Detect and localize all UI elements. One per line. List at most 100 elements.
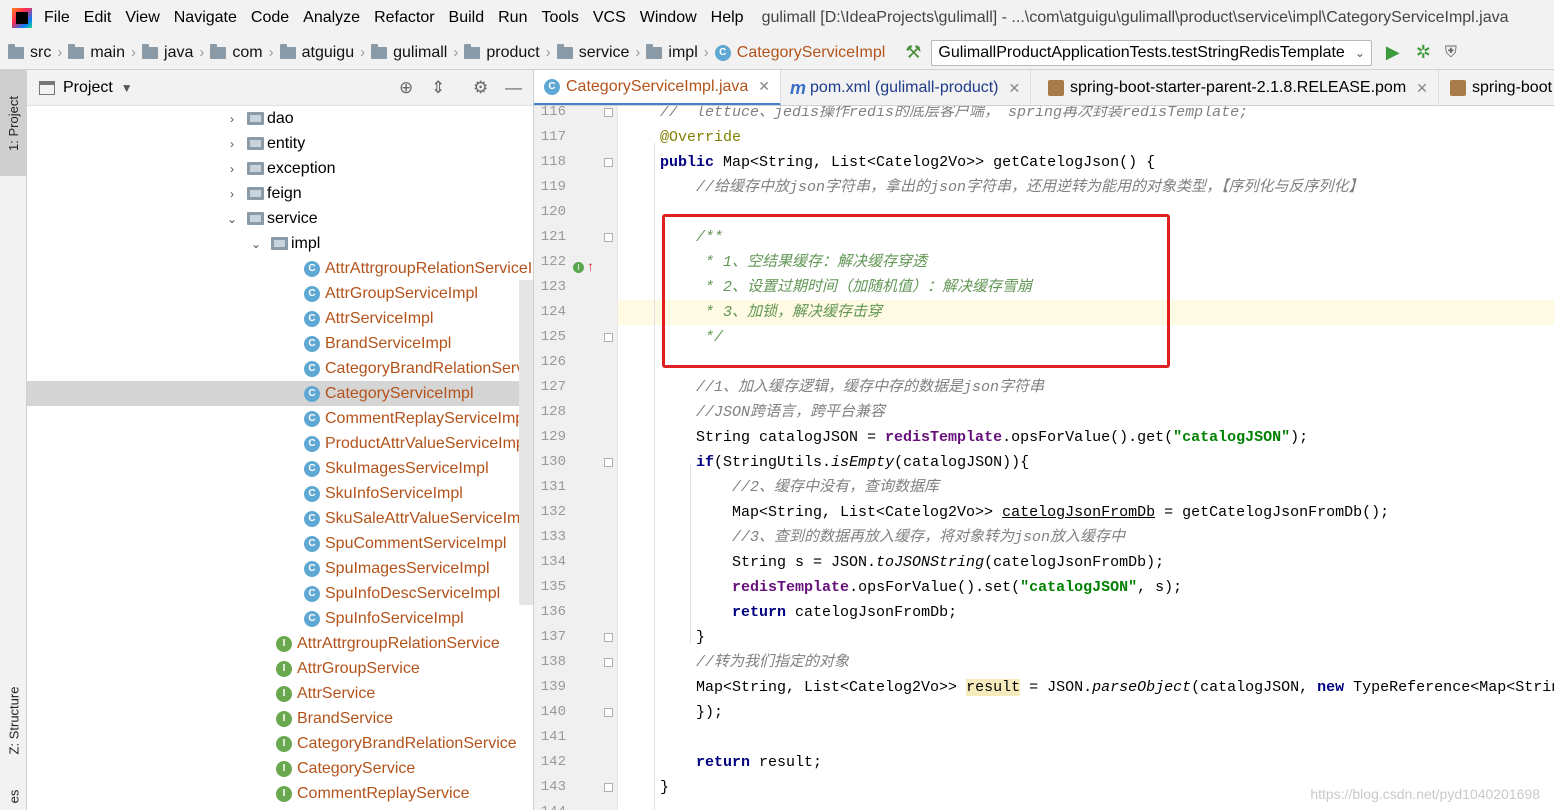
minimize-icon[interactable]: —	[505, 78, 522, 98]
tree-item[interactable]: C SkuImagesServiceImpl	[27, 456, 533, 481]
code-line[interactable]	[618, 725, 1554, 750]
override-arrow-icon[interactable]: ↑	[587, 258, 594, 274]
chevron-right-icon[interactable]: ›	[225, 137, 239, 151]
close-icon[interactable]: ✕	[758, 78, 770, 95]
menu-item-edit[interactable]: Edit	[84, 9, 112, 27]
code-line[interactable]: if(StringUtils.isEmpty(catalogJSON)){	[618, 450, 1554, 475]
code-line[interactable]: //JSON跨语言，跨平台兼容	[618, 400, 1554, 425]
code-line[interactable]: //2、缓存中没有，查询数据库	[618, 475, 1554, 500]
code-line[interactable]: public Map<String, List<Catelog2Vo>> get…	[618, 150, 1554, 175]
tree-item[interactable]: C ProductAttrValueServiceImpl	[27, 431, 533, 456]
tree-item[interactable]: C SkuInfoServiceImpl	[27, 481, 533, 506]
tree-item[interactable]: I AttrAttrgroupRelationService	[27, 631, 533, 656]
tree-item[interactable]: C SkuSaleAttrValueServiceImpl	[27, 506, 533, 531]
project-panel-scrollbar[interactable]	[519, 280, 533, 605]
debug-bug-icon[interactable]: ✲	[1416, 42, 1431, 63]
tree-item[interactable]: ⌄ impl	[27, 231, 533, 256]
tree-item[interactable]: I BrandService	[27, 706, 533, 731]
tree-item[interactable]: › feign	[27, 181, 533, 206]
breadcrumb-item[interactable]: product	[464, 43, 540, 62]
tree-item[interactable]: C AttrAttrgroupRelationServiceImpl	[27, 256, 533, 281]
menu-item-refactor[interactable]: Refactor	[374, 9, 434, 27]
fold-marker-icon[interactable]	[604, 708, 613, 717]
fold-marker-icon[interactable]	[604, 633, 613, 642]
tree-item[interactable]: › exception	[27, 156, 533, 181]
code-line[interactable]: @Override	[618, 125, 1554, 150]
code-line[interactable]: return catelogJsonFromDb;	[618, 600, 1554, 625]
gear-icon[interactable]: ⚙	[473, 78, 488, 98]
fold-marker-icon[interactable]	[604, 458, 613, 467]
menu-item-build[interactable]: Build	[449, 9, 485, 27]
code-line[interactable]: });	[618, 700, 1554, 725]
menu-item-vcs[interactable]: VCS	[593, 9, 626, 27]
fold-marker-icon[interactable]	[604, 158, 613, 167]
breadcrumb-item[interactable]: service	[556, 43, 629, 62]
editor-tab[interactable]: C CategoryServiceImpl.java ✕	[534, 70, 782, 105]
breadcrumb-item[interactable]: gulimall	[371, 43, 447, 62]
close-icon[interactable]: ✕	[1416, 80, 1428, 97]
code-line[interactable]: //3、查到的数据再放入缓存，将对象转为json放入缓存中	[618, 525, 1554, 550]
close-icon[interactable]: ✕	[1009, 80, 1021, 97]
fold-marker-icon[interactable]	[604, 233, 613, 242]
tree-item[interactable]: I CategoryService	[27, 756, 533, 781]
tree-item[interactable]: C SpuInfoServiceImpl	[27, 606, 533, 631]
tree-item[interactable]: I AttrService	[27, 681, 533, 706]
menu-item-run[interactable]: Run	[498, 9, 527, 27]
editor-tab[interactable]: spring-boot	[1440, 70, 1554, 105]
code-line[interactable]: //转为我们指定的对象	[618, 650, 1554, 675]
menu-item-file[interactable]: File	[44, 9, 70, 27]
tree-item[interactable]: C SpuCommentServiceImpl	[27, 531, 533, 556]
tree-item[interactable]: C CategoryServiceImpl	[27, 381, 533, 406]
tree-item[interactable]: C AttrServiceImpl	[27, 306, 533, 331]
breadcrumb-item[interactable]: com	[210, 43, 263, 62]
locate-crosshair-icon[interactable]: ⊕	[399, 78, 413, 98]
code-line[interactable]: }	[618, 625, 1554, 650]
menu-item-view[interactable]: View	[125, 9, 159, 27]
menu-item-analyze[interactable]: Analyze	[303, 9, 360, 27]
chevron-down-icon[interactable]: ⌄	[249, 237, 263, 251]
editor-tab[interactable]: m pom.xml (gulimall-product) ✕	[780, 70, 1032, 105]
tree-item[interactable]: › entity	[27, 131, 533, 156]
menu-item-code[interactable]: Code	[251, 9, 289, 27]
tree-item[interactable]: I CategoryBrandRelationService	[27, 731, 533, 756]
breadcrumb-item[interactable]: main	[68, 43, 125, 62]
chevron-right-icon[interactable]: ›	[225, 112, 239, 126]
editor-tab[interactable]: spring-boot-starter-parent-2.1.8.RELEASE…	[1038, 70, 1439, 105]
breadcrumb-item[interactable]: atguigu	[279, 43, 354, 62]
breadcrumb-item[interactable]: C CategoryServiceImpl	[714, 44, 885, 62]
code-line[interactable]: Map<String, List<Catelog2Vo>> catelogJso…	[618, 500, 1554, 525]
run-play-icon[interactable]: ▶	[1386, 42, 1400, 63]
code-line[interactable]: return result;	[618, 750, 1554, 775]
chevron-down-icon[interactable]: ▼	[121, 81, 133, 95]
code-line[interactable]: //给缓存中放json字符串，拿出的json字符串，还用逆转为能用的对象类型，【…	[618, 175, 1554, 200]
tree-item[interactable]: › dao	[27, 106, 533, 131]
fold-marker-icon[interactable]	[604, 783, 613, 792]
collapse-all-icon[interactable]: ⇕	[431, 78, 445, 98]
code-line[interactable]: // lettuce、jedis操作redis的底层客户端， spring再次封…	[618, 106, 1554, 125]
menu-item-navigate[interactable]: Navigate	[174, 9, 237, 27]
favorites-tool-tab[interactable]: es	[0, 782, 27, 810]
fold-marker-icon[interactable]	[604, 658, 613, 667]
project-tool-tab[interactable]: 1: Project	[0, 70, 27, 176]
chevron-right-icon[interactable]: ›	[225, 187, 239, 201]
code-line[interactable]: String catalogJSON = redisTemplate.opsFo…	[618, 425, 1554, 450]
code-line[interactable]: Map<String, List<Catelog2Vo>> result = J…	[618, 675, 1554, 700]
run-configuration-dropdown[interactable]: GulimallProductApplicationTests.testStri…	[931, 39, 1372, 66]
chevron-down-icon[interactable]: ⌄	[225, 212, 239, 226]
build-hammer-icon[interactable]: ⚒	[905, 42, 921, 63]
tree-item[interactable]: C BrandServiceImpl	[27, 331, 533, 356]
menu-item-help[interactable]: Help	[711, 9, 744, 27]
fold-marker-icon[interactable]	[604, 108, 613, 117]
code-line[interactable]: String s = JSON.toJSONString(catelogJson…	[618, 550, 1554, 575]
menu-item-window[interactable]: Window	[640, 9, 697, 27]
chevron-right-icon[interactable]: ›	[225, 162, 239, 176]
tree-item[interactable]: C SpuImagesServiceImpl	[27, 556, 533, 581]
menu-item-tools[interactable]: Tools	[541, 9, 578, 27]
fold-marker-icon[interactable]	[604, 333, 613, 342]
tree-item[interactable]: I CommentReplayService	[27, 781, 533, 806]
breadcrumb-item[interactable]: java	[142, 43, 193, 62]
tree-item[interactable]: C AttrGroupServiceImpl	[27, 281, 533, 306]
code-line[interactable]: //1、加入缓存逻辑，缓存中存的数据是json字符串	[618, 375, 1554, 400]
implements-method-icon[interactable]: I	[573, 262, 584, 273]
tree-item[interactable]: I AttrGroupService	[27, 656, 533, 681]
